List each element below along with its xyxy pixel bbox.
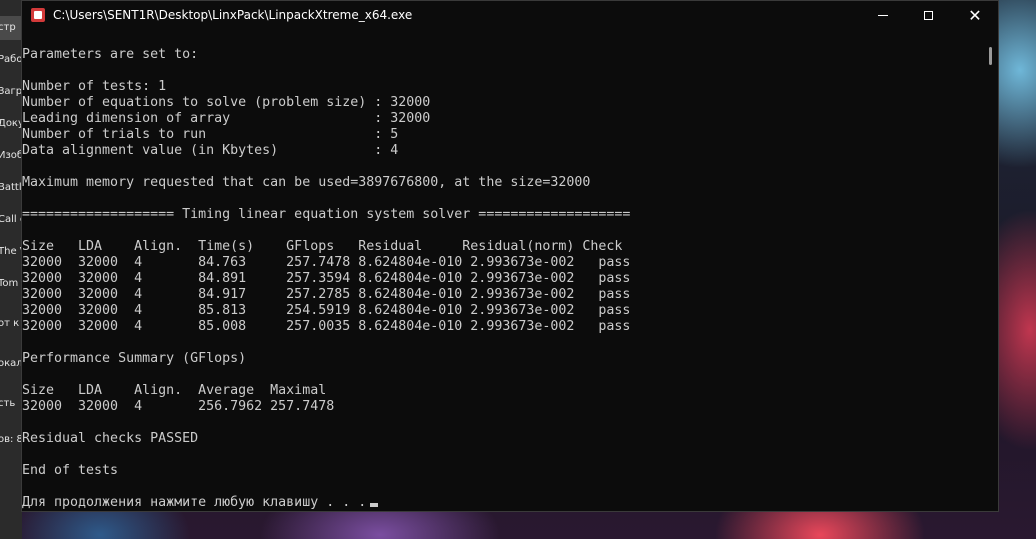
- console-line: 32000 32000 4 84.763 257.7478 8.624804e-…: [22, 255, 631, 270]
- console-line: Parameters are set to:: [22, 47, 199, 62]
- console-window[interactable]: C:\Users\SENT1R\Desktop\LinxPack\Linpack…: [21, 0, 999, 512]
- maximize-icon: [924, 11, 933, 20]
- console-line: =================== Timing linear equati…: [22, 207, 631, 222]
- sidebar-item[interactable]: Доку: [0, 112, 22, 136]
- sidebar-item[interactable]: ов: 8: [0, 428, 22, 452]
- console-line: 32000 32000 4 84.891 257.3594 8.624804e-…: [22, 271, 631, 286]
- console-line: End of tests: [22, 463, 119, 478]
- console-line: 32000 32000 4 84.917 257.2785 8.624804e-…: [22, 287, 631, 302]
- console-line: Maximum memory requested that can be use…: [22, 175, 591, 190]
- sidebar-item[interactable]: стр: [0, 16, 22, 40]
- sidebar-item[interactable]: от к: [0, 312, 22, 336]
- sidebar-item[interactable]: Call c: [0, 208, 22, 232]
- close-button[interactable]: ✕: [952, 1, 998, 31]
- sidebar-item[interactable]: Battl: [0, 176, 22, 200]
- sidebar-item[interactable]: Изоб: [0, 144, 22, 168]
- minimize-icon: [878, 15, 888, 16]
- console-line: Number of tests: 1: [22, 79, 167, 94]
- console-line: Data alignment value (in Kbytes) : 4: [22, 143, 399, 158]
- window-title: C:\Users\SENT1R\Desktop\LinxPack\Linpack…: [53, 8, 413, 22]
- sidebar-item[interactable]: сть: [0, 392, 22, 416]
- sidebar-item[interactable]: Tom: [0, 272, 22, 296]
- console-line: Performance Summary (GFlops): [22, 351, 247, 366]
- console-prompt-line: Для продолжения нажмите любую клавишу . …: [22, 495, 982, 509]
- console-line: Size LDA Align. Average Maximal: [22, 383, 327, 398]
- minimize-button[interactable]: [860, 1, 906, 31]
- sidebar-item[interactable]: The V: [0, 240, 22, 264]
- sidebar-item[interactable]: Рабо: [0, 48, 22, 72]
- close-icon: ✕: [968, 6, 982, 25]
- console-output[interactable]: Parameters are set to: Number of tests: 1…: [22, 47, 982, 509]
- console-line: 32000 32000 4 256.7962 257.7478: [22, 399, 335, 414]
- console-line: 32000 32000 4 85.008 257.0035 8.624804e-…: [22, 319, 631, 334]
- console-line: Size LDA Align. Time(s) GFlops Residual …: [22, 239, 623, 254]
- background-explorer-sidebar: стр Рабо Загр Доку Изоб Battl Call c The…: [0, 0, 22, 539]
- console-line: Number of equations to solve (problem si…: [22, 95, 431, 110]
- scrollbar-thumb[interactable]: [989, 47, 992, 65]
- sidebar-item[interactable]: окал: [0, 352, 22, 376]
- console-line: Number of trials to run : 5: [22, 127, 399, 142]
- console-line: 32000 32000 4 85.813 254.5919 8.624804e-…: [22, 303, 631, 318]
- title-bar[interactable]: C:\Users\SENT1R\Desktop\LinxPack\Linpack…: [22, 1, 998, 31]
- text-cursor: [370, 503, 379, 507]
- maximize-button[interactable]: [906, 1, 952, 31]
- sidebar-item[interactable]: Загр: [0, 80, 22, 104]
- console-line: Residual checks PASSED: [22, 431, 199, 446]
- app-icon[interactable]: [31, 8, 45, 22]
- vertical-scrollbar[interactable]: [984, 31, 998, 511]
- console-line: Leading dimension of array : 32000: [22, 111, 431, 126]
- console-prompt: Для продолжения нажмите любую клавишу . …: [22, 495, 367, 509]
